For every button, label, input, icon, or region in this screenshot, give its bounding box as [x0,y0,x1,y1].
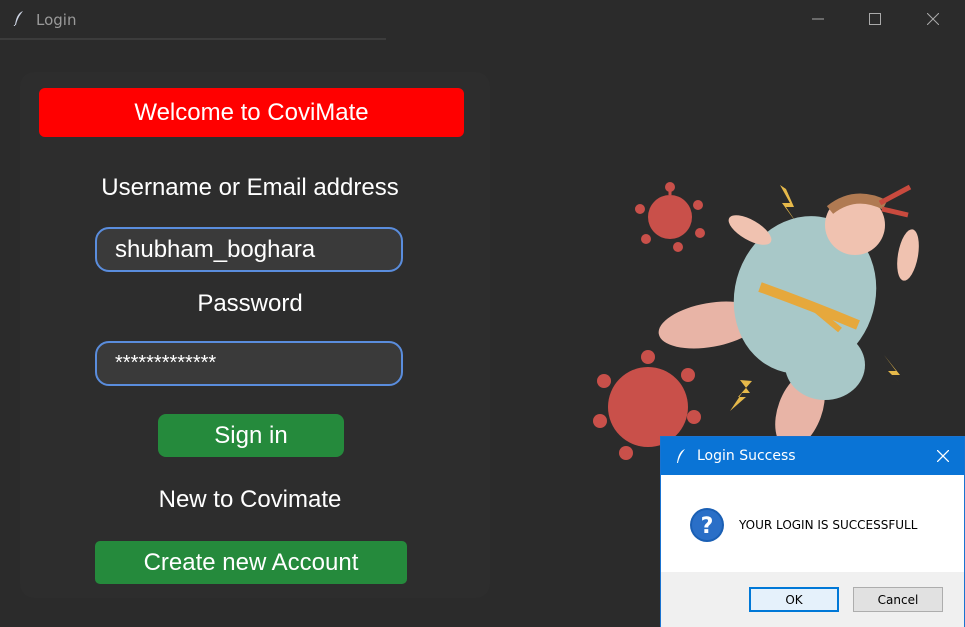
window-title: Login [36,11,77,29]
dialog-title: Login Success [697,448,796,464]
question-icon: ? [690,508,724,542]
divider [0,38,386,40]
dialog-close-button[interactable] [930,443,956,469]
virus-icon [635,182,705,252]
login-panel [20,72,490,598]
close-icon [937,450,949,462]
login-success-dialog: Login Success ? YOUR LOGIN IS SUCCESSFUL… [660,436,965,627]
minimize-icon [812,18,824,20]
feather-icon [677,449,685,463]
window-titlebar: Login [0,0,965,38]
ok-button[interactable]: OK [749,587,839,612]
karate-virus-illustration [593,182,919,460]
password-label: Password [197,290,303,317]
cancel-button[interactable]: Cancel [853,587,943,612]
welcome-banner: Welcome to CoviMate [39,88,464,137]
close-icon [927,13,939,25]
close-button[interactable] [910,0,956,38]
signin-button[interactable]: Sign in [158,414,344,457]
username-label: Username or Email address [101,174,399,201]
maximize-button[interactable] [852,0,898,38]
username-input[interactable] [95,227,403,272]
dialog-titlebar: Login Success [661,437,964,475]
minimize-button[interactable] [795,0,841,38]
create-account-button[interactable]: Create new Account [95,541,407,584]
password-input[interactable] [95,341,403,386]
maximize-icon [869,13,881,25]
svg-text:?: ? [701,514,714,539]
dialog-message: YOUR LOGIN IS SUCCESSFULL [739,518,918,532]
new-user-text: New to Covimate [158,486,342,513]
feather-icon [13,11,23,26]
